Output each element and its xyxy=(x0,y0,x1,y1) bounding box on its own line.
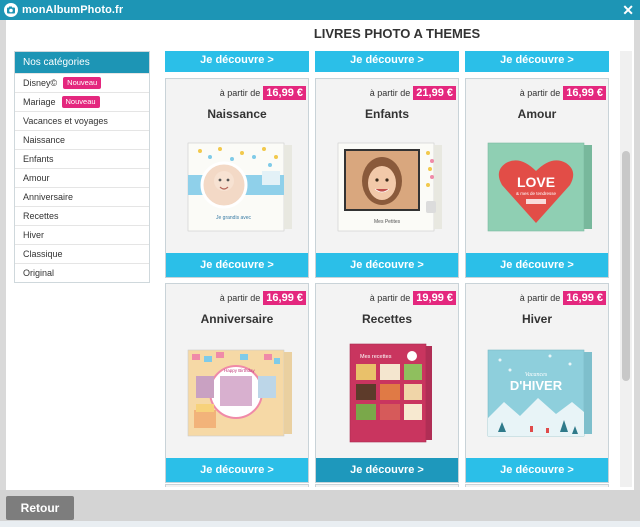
cover-text: Happy Birthday xyxy=(224,368,256,373)
product-name: Amour xyxy=(517,107,557,121)
sidebar-header: Nos catégories xyxy=(15,52,149,73)
cover-text: D'HIVER xyxy=(510,378,563,393)
discover-button[interactable]: Je découvre > xyxy=(316,253,458,277)
cover-text: Je grandis avec xyxy=(216,215,252,221)
product-card-amour[interactable]: à partir de 16,99 € Amour LOVE & mes de t… xyxy=(465,78,609,278)
sidebar-item-label: Vacances et voyages xyxy=(23,116,108,126)
hiver-book-cover: Vacances D'HIVER xyxy=(487,349,592,437)
underlying-page-edge xyxy=(0,521,640,527)
sidebar-item-label: Anniversaire xyxy=(23,192,74,202)
sidebar-item-disney[interactable]: Disney© Nouveau xyxy=(15,73,149,92)
discover-button[interactable]: Je découvre > xyxy=(166,253,308,277)
discover-button[interactable]: Je découvre > xyxy=(315,51,459,72)
sidebar-item-classique[interactable]: Classique xyxy=(15,244,149,263)
sidebar-item-vacances[interactable]: Vacances et voyages xyxy=(15,111,149,130)
cover-text: LOVE xyxy=(517,174,555,190)
product-name: Anniversaire xyxy=(200,312,274,326)
product-card-hiver[interactable]: à partir de 16,99 € Hiver Vacances D'HIVE… xyxy=(465,283,609,483)
window-frame-right xyxy=(634,20,640,490)
app-logo-icon xyxy=(4,3,18,17)
footer-bar: Retour xyxy=(0,490,640,527)
sidebar-item-recettes[interactable]: Recettes xyxy=(15,206,149,225)
price-prefix: à partir de xyxy=(219,293,261,303)
product-name: Enfants xyxy=(364,107,409,121)
sidebar-item-label: Classique xyxy=(23,249,63,259)
sidebar-item-label: Recettes xyxy=(23,211,59,221)
sidebar-item-hiver[interactable]: Hiver xyxy=(15,225,149,244)
sidebar-item-label: Naissance xyxy=(23,135,66,145)
price-tag: 16,99 € xyxy=(263,86,306,100)
price-prefix: à partir de xyxy=(369,293,411,303)
new-badge: Nouveau xyxy=(61,96,100,108)
sidebar-item-label: Enfants xyxy=(23,154,54,164)
product-card-naissance[interactable]: à partir de 16,99 € Naissance Je grandis … xyxy=(165,78,309,278)
sidebar-item-label: Mariage xyxy=(23,97,56,107)
cover-text: & mes de tendresse xyxy=(516,191,557,196)
product-name: Hiver xyxy=(521,312,553,326)
sidebar-item-anniversaire[interactable]: Anniversaire xyxy=(15,187,149,206)
new-badge: Nouveau xyxy=(63,77,102,89)
sidebar-item-amour[interactable]: Amour xyxy=(15,168,149,187)
price-prefix: à partir de xyxy=(519,293,561,303)
product-name: Naissance xyxy=(207,107,267,121)
price-prefix: à partir de xyxy=(219,88,261,98)
product-card-anniversaire[interactable]: à partir de 16,99 € Anniversaire Happy Bi… xyxy=(165,283,309,483)
page-title: LIVRES PHOTO A THEMES xyxy=(313,26,481,41)
back-button[interactable]: Retour xyxy=(6,496,74,520)
sidebar-item-label: Amour xyxy=(23,173,50,183)
discover-button[interactable]: Je découvre > xyxy=(165,51,309,72)
product-grid[interactable]: Je découvre > Je découvre > Je découvre … xyxy=(160,51,620,487)
close-icon[interactable]: ✕ xyxy=(622,2,634,18)
next-row-card-edge xyxy=(315,484,459,487)
enfants-book-cover: Mes Petites xyxy=(337,142,442,232)
price-prefix: à partir de xyxy=(369,88,411,98)
naissance-book-cover: Je grandis avec xyxy=(187,142,292,232)
scrollbar-thumb[interactable] xyxy=(622,151,630,381)
app-name: monAlbumPhoto.fr xyxy=(22,4,124,16)
discover-button[interactable]: Je découvre > xyxy=(466,253,608,277)
scrollbar[interactable] xyxy=(620,51,632,487)
sidebar-item-original[interactable]: Original xyxy=(15,263,149,282)
discover-button[interactable]: Je découvre > xyxy=(166,458,308,482)
recettes-book-cover: Mes recettes xyxy=(349,343,432,443)
discover-button[interactable]: Je découvre > xyxy=(465,51,609,72)
discover-button[interactable]: Je découvre > xyxy=(316,458,458,482)
sidebar-item-label: Original xyxy=(23,268,55,278)
sidebar-item-naissance[interactable]: Naissance xyxy=(15,130,149,149)
amour-book-cover: LOVE & mes de tendresse xyxy=(487,142,592,232)
discover-button[interactable]: Je découvre > xyxy=(466,458,608,482)
category-sidebar: Nos catégories Disney© Nouveau Mariage Nou… xyxy=(14,51,150,283)
title-bar: monAlbumPhoto.fr ✕ xyxy=(0,0,640,20)
price-tag: 16,99 € xyxy=(263,291,306,305)
price-tag: 21,99 € xyxy=(413,86,456,100)
cover-text: Mes Petites xyxy=(374,219,401,225)
price-prefix: à partir de xyxy=(519,88,561,98)
anniversaire-book-cover: Happy Birthday xyxy=(187,349,292,437)
product-card-enfants[interactable]: à partir de 21,99 € Enfants Mes Petites J… xyxy=(315,78,459,278)
sidebar-item-mariage[interactable]: Mariage Nouveau xyxy=(15,92,149,111)
next-row-card-edge xyxy=(165,484,309,487)
product-card-recettes[interactable]: à partir de 19,99 € Recettes Mes recettes… xyxy=(315,283,459,483)
product-name: Recettes xyxy=(361,312,413,326)
price-tag: 16,99 € xyxy=(563,291,606,305)
sidebar-item-enfants[interactable]: Enfants xyxy=(15,149,149,168)
price-tag: 19,99 € xyxy=(413,291,456,305)
sidebar-item-label: Disney© xyxy=(23,78,58,88)
next-row-card-edge xyxy=(465,484,609,487)
sidebar-item-label: Hiver xyxy=(23,230,45,240)
window-frame-left xyxy=(0,20,6,490)
cover-text: Mes recettes xyxy=(360,354,392,360)
price-tag: 16,99 € xyxy=(563,86,606,100)
